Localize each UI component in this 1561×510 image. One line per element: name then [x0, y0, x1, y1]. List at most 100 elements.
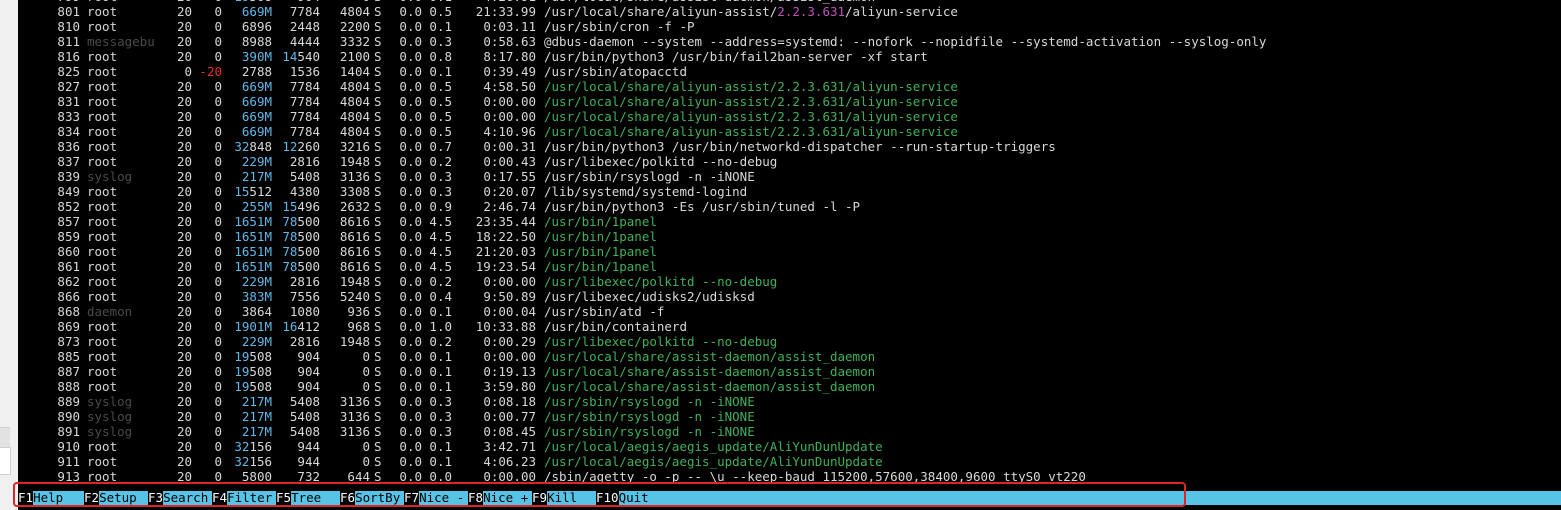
virt-cell: 1651M: [234, 214, 272, 229]
fkey-label: Filter: [227, 490, 273, 505]
mem-cell: 0.3: [429, 394, 452, 409]
cpu-cell: 0.0: [399, 439, 422, 454]
res-cell: 4444: [289, 34, 320, 49]
command-cell: /usr/local/share/aliyun-assist/2.2.3.631…: [544, 79, 958, 94]
fkey-f4[interactable]: F4Filter: [212, 490, 273, 505]
process-row[interactable]: 827 root 20 0 669M 7784 4804 S 0.0 0.5 4:58.50/usr…: [18, 79, 1561, 94]
time-cell: 18:22.50: [475, 229, 536, 244]
process-row[interactable]: 889 syslog 20 0 217M 5408 3136 S 0.0 0.3 0:08.18/u…: [18, 394, 1561, 409]
res-cell: 944: [297, 439, 320, 454]
priority-cell: 20: [176, 349, 192, 364]
process-row[interactable]: 811 messagebu 20 0 8988 4444 3332 S 0.0 0.3 0:58.6…: [18, 34, 1561, 49]
fkey-f6[interactable]: F6SortBy: [340, 490, 400, 505]
shr-cell: 3332: [339, 34, 370, 49]
shr-cell: 4804: [339, 109, 370, 124]
cpu-cell: 0.0: [399, 334, 422, 349]
time-cell: 4:10.96: [483, 124, 536, 139]
virt-cell: 5800: [241, 469, 272, 484]
res-cell: 5408: [289, 424, 320, 439]
htop-terminal[interactable]: 799root200195089040S0.00.14:26.91/usr/lo…: [18, 0, 1561, 510]
user-cell: root: [87, 94, 118, 109]
res-cell: 944: [297, 454, 320, 469]
fkey-f10[interactable]: F10Quit: [596, 490, 649, 505]
res-cell: 2448: [289, 19, 320, 34]
cpu-cell: 0.0: [399, 319, 422, 334]
process-row[interactable]: 859 root 20 0 1651M 78500 8616 S 0.0 4.5 18:22.50 /…: [18, 229, 1561, 244]
virt-cell: 255M: [241, 199, 272, 214]
fkey-f5[interactable]: F5Tree: [276, 490, 336, 505]
state-cell: S: [374, 169, 382, 184]
shr-cell: 1948: [339, 274, 370, 289]
shr-cell: 3216: [339, 139, 370, 154]
fkey-f2[interactable]: F2Setup: [84, 490, 144, 505]
time-cell: 0:17.55: [483, 169, 536, 184]
process-row[interactable]: 857 root 20 0 1651M 78500 8616 S 0.0 4.5 23:35.44 /…: [18, 214, 1561, 229]
pid-cell: 827: [57, 79, 80, 94]
nice-cell: 0: [214, 469, 222, 484]
process-row[interactable]: 862 root 20 0 229M 2816 1948 S 0.0 0.2 0:00.00/usr…: [18, 274, 1561, 289]
process-row[interactable]: 887 root 20 0 19508 904 0 S 0.0 0.1 0:19.13/usr/lo…: [18, 364, 1561, 379]
process-row[interactable]: 868 daemon 20 0 3864 1080 936 S 0.0 0.1 0:00.04/us…: [18, 304, 1561, 319]
fkey-f3[interactable]: F3Search: [148, 490, 208, 505]
process-row[interactable]: 834 root 20 0 669M 7784 4804 S 0.0 0.5 4:10.96/usr…: [18, 124, 1561, 139]
process-row[interactable]: 836 root 20 0 32848 12260 3216 S 0.0 0.7 0:00.31/u…: [18, 139, 1561, 154]
priority-cell: 0: [184, 64, 192, 79]
virt-cell: 383M: [241, 289, 272, 304]
process-row[interactable]: 910 root 20 0 32156 944 0 S 0.0 0.1 3:42.71/usr/lo…: [18, 439, 1561, 454]
process-row[interactable]: 801 root 20 0 669M 7784 4804 S 0.0 0.5 21:33.99/us…: [18, 4, 1561, 19]
fkey-f1[interactable]: F1Help: [18, 490, 78, 505]
state-cell: S: [374, 244, 382, 259]
pid-cell: 891: [57, 424, 80, 439]
pid-cell: 861: [57, 259, 80, 274]
command-cell: /usr/sbin/cron -f -P: [544, 19, 695, 34]
fkey-f7[interactable]: F7Nice -: [404, 490, 464, 505]
mem-cell: 0.5: [429, 79, 452, 94]
process-row[interactable]: 891 syslog 20 0 217M 5408 3136 S 0.0 0.3 0:08.45/u…: [18, 424, 1561, 439]
process-row[interactable]: 888 root 20 0 19508 904 0 S 0.0 0.1 3:59.80/usr/lo…: [18, 379, 1561, 394]
process-row[interactable]: 810 root 20 0 6896 2448 2200 S 0.0 0.1 0:03.11/usr…: [18, 19, 1561, 34]
priority-cell: 20: [176, 319, 192, 334]
user-cell: root: [87, 244, 118, 259]
nice-cell: 0: [214, 409, 222, 424]
pid-cell: 811: [57, 34, 80, 49]
user-cell: syslog: [87, 169, 133, 184]
pid-cell: 889: [57, 394, 80, 409]
time-cell: 2:46.74: [483, 199, 536, 214]
process-row[interactable]: 833 root 20 0 669M 7784 4804 S 0.0 0.5 0:00.00/usr…: [18, 109, 1561, 124]
user-cell: root: [87, 124, 118, 139]
nice-cell: 0: [214, 319, 222, 334]
process-row[interactable]: 860 root 20 0 1651M 78500 8616 S 0.0 4.5 21:20.03 /…: [18, 244, 1561, 259]
process-row[interactable]: 816 root 20 0 390M 14540 2100 S 0.0 0.8 8:17.80/us…: [18, 49, 1561, 64]
process-row[interactable]: 885 root 20 0 19508 904 0 S 0.0 0.1 0:00.00/usr/lo…: [18, 349, 1561, 364]
process-row[interactable]: 837 root 20 0 229M 2816 1948 S 0.0 0.2 0:00.43/usr…: [18, 154, 1561, 169]
fkey-f8[interactable]: F8Nice +: [468, 490, 528, 505]
pid-cell: 911: [57, 454, 80, 469]
process-row[interactable]: 825 root 0 -20 2788 1536 1404 S 0.0 0.1 0:39.49/us…: [18, 64, 1561, 79]
process-row[interactable]: 852 root 20 0 255M 15496 2632 S 0.0 0.9 2:46.74/us…: [18, 199, 1561, 214]
fkey-number: F7: [404, 490, 420, 505]
process-row[interactable]: 866 root 20 0 383M 7556 5240 S 0.0 0.4 9:50.89/usr…: [18, 289, 1561, 304]
command-cell: /sbin/agetty -o -p -- \u --keep-baud 115…: [544, 469, 1086, 484]
process-row[interactable]: 849 root 20 0 15512 4380 3308 S 0.0 0.3 0:20.07/li…: [18, 184, 1561, 199]
process-row[interactable]: 911 root 20 0 32156 944 0 S 0.0 0.1 4:06.23/usr/lo…: [18, 454, 1561, 469]
process-row[interactable]: 890 syslog 20 0 217M 5408 3136 S 0.0 0.3 0:00.77/u…: [18, 409, 1561, 424]
process-row[interactable]: 831 root 20 0 669M 7784 4804 S 0.0 0.5 0:00.00/usr…: [18, 94, 1561, 109]
time-cell: 4:58.50: [483, 79, 536, 94]
cpu-cell: 0.0: [399, 214, 422, 229]
process-row[interactable]: 839 syslog 20 0 217M 5408 3136 S 0.0 0.3 0:17.55/u…: [18, 169, 1561, 184]
process-list: 799root200195089040S0.00.14:26.91/usr/lo…: [18, 0, 1561, 484]
cpu-cell: 0.0: [399, 64, 422, 79]
res-cell: 4380: [289, 184, 320, 199]
process-row[interactable]: 913 root 20 0 5800 732 644 S 0.0 0.0 0:00.00/sbin/…: [18, 469, 1561, 484]
fkey-number: F10: [596, 490, 619, 505]
cpu-cell: 0.0: [399, 349, 422, 364]
command-cell: /usr/sbin/atd -f: [544, 304, 665, 319]
process-row[interactable]: 861 root 20 0 1651M 78500 8616 S 0.0 4.5 19:23.54 /…: [18, 259, 1561, 274]
fkey-f9[interactable]: F9Kill: [532, 490, 592, 505]
process-row[interactable]: 869 root 20 0 1901M 16412 968 S 0.0 1.0 10:33.88/u…: [18, 319, 1561, 334]
mem-cell: 0.2: [429, 334, 452, 349]
process-row[interactable]: 873 root 20 0 229M 2816 1948 S 0.0 0.2 0:00.29/usr…: [18, 334, 1561, 349]
virt-cell: 217M: [241, 169, 272, 184]
res-cell: 7784: [289, 79, 320, 94]
user-cell: root: [87, 154, 118, 169]
